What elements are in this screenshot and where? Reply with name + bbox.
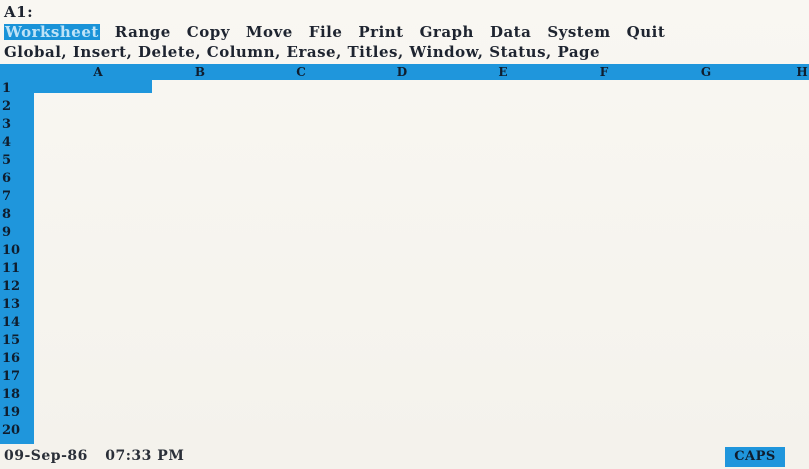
row-header-1[interactable]: 1	[2, 80, 34, 98]
column-header-g[interactable]: G	[696, 64, 716, 80]
main-menu-bar: Worksheet Range Copy Move File Print Graph Data…	[4, 24, 680, 40]
row-header-11[interactable]: 11	[2, 260, 34, 278]
row-header-18[interactable]: 18	[2, 386, 34, 404]
column-header-b[interactable]: B	[190, 64, 210, 80]
row-header-3[interactable]: 3	[2, 116, 34, 134]
row-header-10[interactable]: 10	[2, 242, 34, 260]
menu-item-system[interactable]: System	[546, 24, 611, 40]
row-header-19[interactable]: 19	[2, 404, 34, 422]
menu-item-quit[interactable]: Quit	[626, 24, 667, 40]
status-date: 09-Sep-86	[4, 448, 88, 464]
row-header-14[interactable]: 14	[2, 314, 34, 332]
status-line: 09-Sep-86 07:33 PM	[4, 448, 184, 464]
spreadsheet-screen: A1: Worksheet Range Copy Move File Print Graph…	[0, 0, 809, 469]
cell-pointer-a1[interactable]	[34, 80, 152, 93]
status-time: 07:33 PM	[105, 448, 185, 464]
menu-item-move[interactable]: Move	[245, 24, 294, 40]
caps-lock-indicator: CAPS	[725, 447, 785, 467]
menu-item-worksheet[interactable]: Worksheet	[4, 24, 100, 40]
column-header-d[interactable]: D	[392, 64, 412, 80]
column-header-f[interactable]: F	[594, 64, 614, 80]
row-header-8[interactable]: 8	[2, 206, 34, 224]
row-header-17[interactable]: 17	[2, 368, 34, 386]
column-header-h[interactable]: H	[792, 64, 809, 80]
row-header-6[interactable]: 6	[2, 170, 34, 188]
cell-reference-indicator: A1:	[4, 3, 34, 21]
menu-item-graph[interactable]: Graph	[419, 24, 475, 40]
row-header-bar: 1 2 3 4 5 6 7 8 9 10 11 12 13 14 15 16 1…	[0, 80, 34, 444]
row-header-7[interactable]: 7	[2, 188, 34, 206]
menu-item-print[interactable]: Print	[357, 24, 404, 40]
row-header-4[interactable]: 4	[2, 134, 34, 152]
column-header-e[interactable]: E	[493, 64, 513, 80]
menu-item-range[interactable]: Range	[114, 24, 172, 40]
row-header-12[interactable]: 12	[2, 278, 34, 296]
row-header-15[interactable]: 15	[2, 332, 34, 350]
column-header-c[interactable]: C	[291, 64, 311, 80]
row-header-16[interactable]: 16	[2, 350, 34, 368]
submenu-prompt: Global, Insert, Delete, Column, Erase, T…	[4, 43, 601, 61]
row-header-2[interactable]: 2	[2, 98, 34, 116]
column-header-a[interactable]: A	[88, 64, 108, 80]
row-header-9[interactable]: 9	[2, 224, 34, 242]
row-header-20[interactable]: 20	[2, 422, 34, 440]
row-header-5[interactable]: 5	[2, 152, 34, 170]
row-header-13[interactable]: 13	[2, 296, 34, 314]
menu-item-data[interactable]: Data	[489, 24, 532, 40]
menu-item-file[interactable]: File	[308, 24, 344, 40]
column-header-bar: A B C D E F G H	[0, 64, 809, 80]
menu-item-copy[interactable]: Copy	[186, 24, 231, 40]
